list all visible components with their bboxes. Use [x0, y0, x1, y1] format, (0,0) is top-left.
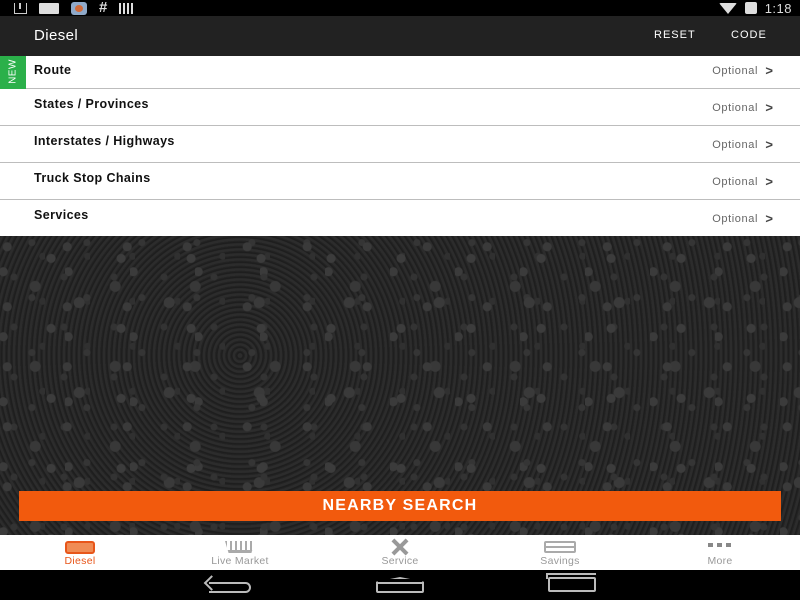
- status-time: 1:18: [764, 0, 792, 16]
- signal-bars-icon: [119, 2, 136, 14]
- filter-value: Optional: [712, 213, 758, 225]
- chevron-right-icon: >: [765, 211, 773, 226]
- tab-service[interactable]: Service: [320, 535, 480, 570]
- filter-row-states-provinces[interactable]: States / Provinces Optional >: [0, 89, 800, 126]
- page-title: Diesel: [34, 27, 79, 44]
- cart-icon: [225, 541, 255, 553]
- filter-row-route[interactable]: NEW Route Optional >: [0, 56, 800, 89]
- message-icon: [39, 2, 59, 14]
- hash-icon: #: [99, 0, 108, 16]
- tab-savings[interactable]: Savings: [480, 535, 640, 570]
- battery-icon: [744, 2, 757, 14]
- filter-value: Optional: [712, 176, 758, 188]
- bottom-tab-bar: Diesel Live Market Service Savings More: [0, 535, 800, 570]
- filter-label: States / Provinces: [34, 97, 149, 111]
- tab-label: More: [707, 555, 733, 567]
- tools-icon: [385, 539, 415, 555]
- filter-value: Optional: [712, 65, 758, 77]
- filter-list: NEW Route Optional > States / Provinces …: [0, 56, 800, 236]
- app-icon: [71, 1, 87, 15]
- nearby-search-button[interactable]: NEARBY SEARCH: [19, 491, 781, 521]
- new-badge-label: NEW: [7, 59, 19, 84]
- code-button[interactable]: CODE: [731, 29, 767, 41]
- card-icon: [544, 541, 576, 553]
- download-icon: [14, 2, 27, 14]
- filter-row-services[interactable]: Services Optional >: [0, 200, 800, 236]
- filter-row-interstates-highways[interactable]: Interstates / Highways Optional >: [0, 126, 800, 163]
- app-bar: Diesel RESET CODE: [0, 16, 800, 56]
- home-icon[interactable]: [376, 577, 424, 593]
- filter-value: Optional: [712, 102, 758, 114]
- reset-button[interactable]: RESET: [654, 29, 696, 41]
- tab-diesel[interactable]: Diesel: [0, 535, 160, 570]
- tab-label: Savings: [540, 555, 580, 567]
- status-left-icons: #: [14, 0, 136, 16]
- fuel-pump-icon: [65, 541, 95, 554]
- back-icon[interactable]: [206, 577, 252, 593]
- filter-label: Route: [34, 63, 72, 77]
- filter-value: Optional: [712, 139, 758, 151]
- filter-label: Truck Stop Chains: [34, 171, 151, 185]
- filter-label: Interstates / Highways: [34, 134, 175, 148]
- wifi-icon: [718, 2, 737, 14]
- chevron-right-icon: >: [765, 174, 773, 189]
- status-right-icons: 1:18: [718, 0, 792, 16]
- chevron-right-icon: >: [765, 100, 773, 115]
- screen: # 1:18 Diesel RESET CODE NEW Route Optio…: [0, 0, 800, 600]
- more-icon: [708, 543, 732, 547]
- recent-apps-icon[interactable]: [546, 573, 596, 592]
- tab-more[interactable]: More: [640, 535, 800, 570]
- new-badge: NEW: [0, 56, 26, 89]
- tab-label: Service: [381, 555, 419, 567]
- filter-row-truck-stop-chains[interactable]: Truck Stop Chains Optional >: [0, 163, 800, 200]
- system-nav-bar: [0, 570, 800, 600]
- chevron-right-icon: >: [765, 137, 773, 152]
- filter-label: Services: [34, 208, 89, 222]
- chevron-right-icon: >: [765, 63, 773, 78]
- tab-live-market[interactable]: Live Market: [160, 535, 320, 570]
- status-bar: # 1:18: [0, 0, 800, 16]
- tab-label: Live Market: [211, 555, 269, 567]
- tab-label: Diesel: [64, 555, 96, 567]
